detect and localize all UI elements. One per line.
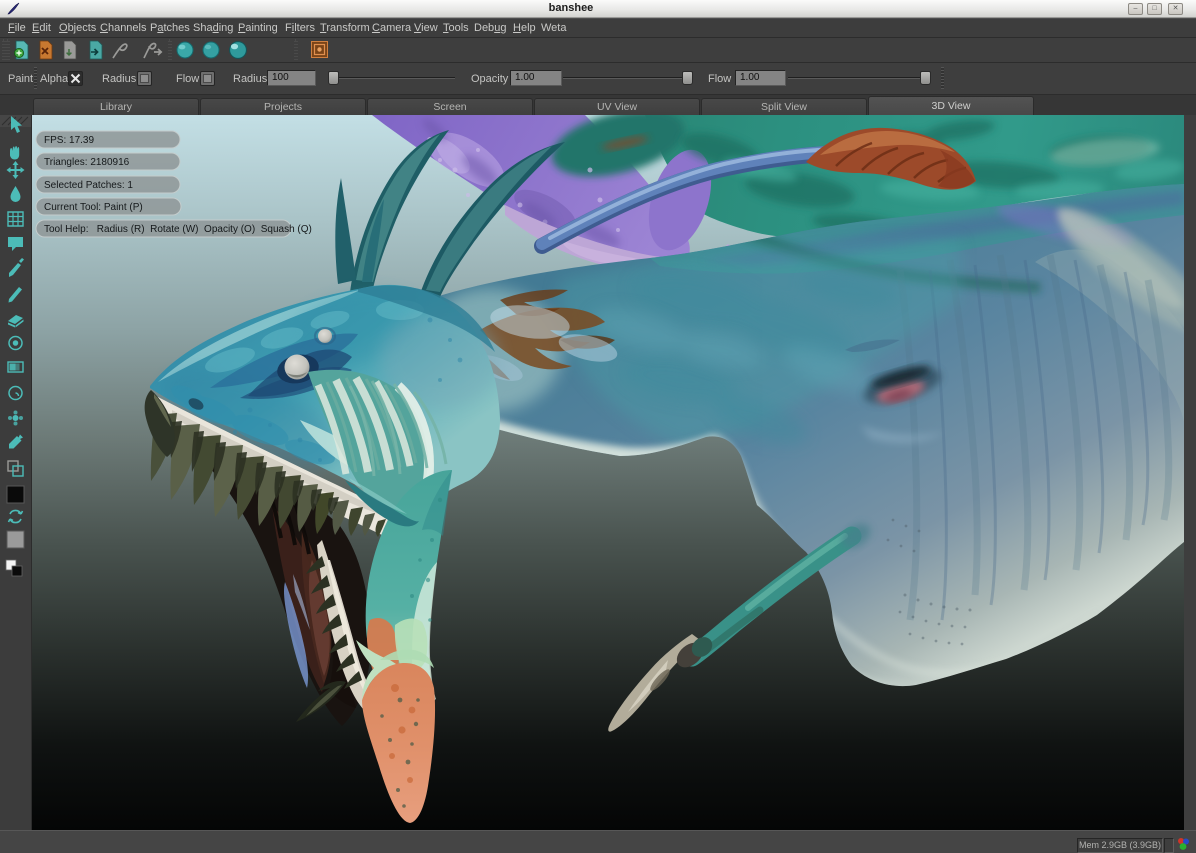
svg-text:Selected Patches: 1: Selected Patches: 1	[44, 180, 133, 191]
svg-text:Current Tool: Paint (P): Current Tool: Paint (P)	[44, 202, 143, 213]
svg-text:Tool Help: Radius (R) Rotat: Tool Help: Radius (R) Rotate (W) Opacity…	[44, 224, 312, 235]
svg-text:FPS: 17.39: FPS: 17.39	[44, 135, 94, 146]
svg-text:Triangles: 2180916: Triangles: 2180916	[44, 157, 130, 168]
